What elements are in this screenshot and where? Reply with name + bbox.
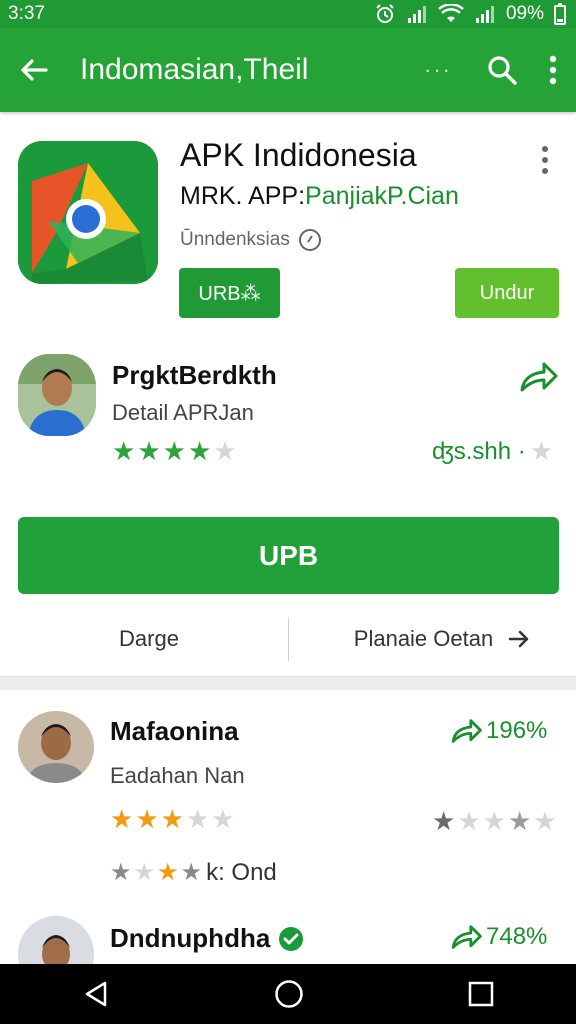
link-right-wrap[interactable]: Planaie Oetan	[289, 626, 576, 652]
review-rating: ★★★★★	[110, 804, 237, 835]
review-name-text: Dndnuphdha	[110, 923, 271, 953]
info-icon[interactable]	[298, 228, 322, 252]
app-title: APK Indidonesia	[180, 137, 417, 173]
app-developer-link[interactable]: PanjiakP.Cian	[305, 182, 459, 210]
download-button[interactable]: Undur	[455, 268, 559, 318]
page-title: Indomasian,Theil	[80, 53, 309, 86]
nav-recents-icon[interactable]	[467, 980, 495, 1008]
review-secondary-rating: ★★★★★	[432, 806, 559, 837]
star-empty-icon: ★	[185, 804, 212, 834]
battery-percent: 09%	[505, 3, 544, 24]
link-right[interactable]: Planaie Oetan	[354, 626, 493, 652]
status-bar: 3:37 09%	[0, 0, 576, 28]
star-empty-icon: ★★	[457, 806, 508, 836]
battery-icon	[554, 3, 566, 25]
overflow-menu-icon	[549, 55, 557, 85]
avatar[interactable]	[18, 354, 96, 436]
section-divider	[0, 676, 576, 690]
star-filled-icon: ★	[135, 804, 161, 834]
featured-side-text: ʤs.shh ·	[432, 437, 526, 465]
app-subtitle: MRK. APP:PanjiakP.Cian	[180, 182, 459, 211]
system-nav-bar	[0, 964, 576, 1024]
star-empty-icon: ★	[533, 806, 559, 836]
review-percent-value: 748%	[486, 923, 548, 950]
share-icon[interactable]	[450, 923, 482, 951]
featured-side-stat: ʤs.shh · ★	[432, 436, 553, 467]
star-filled-icon: ★	[160, 804, 186, 834]
featured-rating: ★★★★★	[112, 436, 239, 467]
app-meta-text: Ūnndenksias	[180, 229, 290, 250]
signal-icon	[407, 6, 426, 23]
install-small-button[interactable]: URB⁂	[179, 268, 280, 318]
search-button[interactable]	[486, 54, 518, 86]
back-button[interactable]	[18, 54, 50, 86]
nav-home-icon[interactable]	[273, 978, 305, 1010]
nav-back-icon[interactable]	[81, 979, 111, 1009]
app-bar: Indomasian,Theil ···	[0, 28, 576, 112]
star-filled-icon: ★	[162, 436, 188, 466]
star-empty-icon: ★	[211, 804, 237, 834]
star-gray-icon: ★	[110, 859, 134, 886]
star-filled-icon: ★	[112, 436, 138, 466]
app-overflow-button[interactable]	[540, 145, 550, 180]
featured-name: PrgktBerdkth	[112, 360, 277, 390]
primary-button[interactable]: UPB	[18, 517, 559, 594]
star-filled-icon: ★	[432, 806, 458, 836]
alarm-icon	[376, 4, 394, 23]
star-half-icon: ★	[507, 806, 534, 836]
search-icon	[488, 56, 517, 85]
star-filled-icon: ★	[187, 436, 214, 466]
star-orange-icon: ★	[157, 859, 181, 886]
share-icon[interactable]	[450, 717, 482, 745]
app-subtitle-prefix: MRK. APP:	[180, 182, 306, 210]
star-empty-icon: ★	[213, 436, 239, 466]
review-name: Mafaonina	[110, 716, 239, 746]
app-meta: Ūnndenksias	[180, 228, 322, 252]
star-gray-icon: ★	[180, 859, 205, 886]
link-row: Darge Planaie Oetan	[0, 603, 576, 675]
review-percent: 748%	[450, 923, 547, 951]
review-extra: ★ ★ ★ ★ k: Ond	[110, 858, 277, 887]
app-icon[interactable]	[18, 141, 158, 284]
share-icon[interactable]	[518, 360, 558, 394]
star-empty-icon: ★	[133, 859, 158, 886]
chevron-right-icon	[508, 630, 529, 648]
app-logo-icon	[18, 141, 158, 284]
person-photo-icon	[18, 711, 94, 783]
avatar[interactable]	[18, 711, 94, 783]
more-dots[interactable]: ···	[424, 57, 452, 83]
star-filled-icon: ★	[110, 804, 136, 834]
featured-detail: Detail APRJan	[112, 400, 254, 425]
review-percent-value: 196%	[486, 717, 548, 744]
review-sub: Eadahan Nan	[110, 763, 245, 788]
back-arrow-icon	[21, 59, 48, 81]
verified-badge-icon	[279, 926, 304, 951]
review-extra-text: k: Ond	[206, 858, 277, 886]
star-empty-icon: ★	[529, 436, 554, 466]
overflow-menu-icon	[542, 146, 548, 174]
link-left[interactable]: Darge	[0, 626, 288, 652]
wifi-icon	[438, 4, 464, 22]
person-photo-icon	[18, 354, 96, 436]
review-percent: 196%	[450, 717, 547, 745]
review-name: Dndnuphdha	[110, 923, 304, 954]
status-icons: 09%	[374, 3, 566, 25]
overflow-menu-button[interactable]	[548, 55, 558, 85]
signal-icon-2	[475, 6, 494, 23]
star-filled-icon: ★	[137, 436, 163, 466]
status-time: 3:37	[8, 3, 45, 24]
